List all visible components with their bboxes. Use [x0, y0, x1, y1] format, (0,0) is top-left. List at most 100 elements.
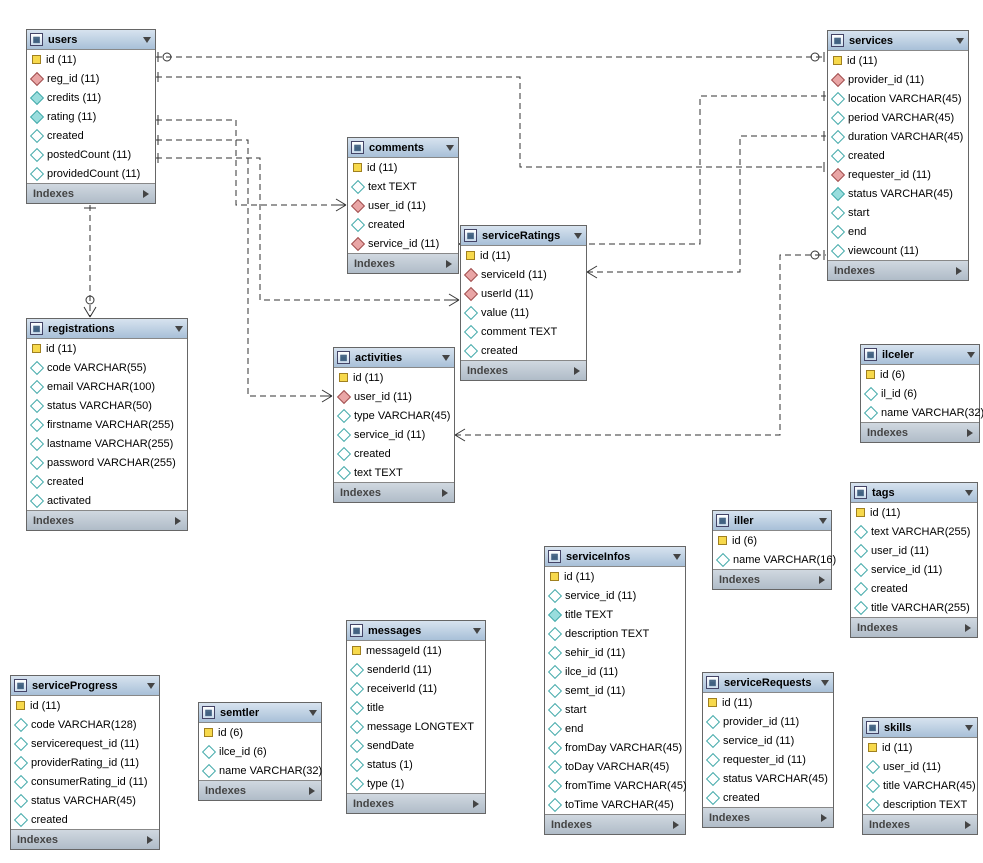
table-column[interactable]: service_id (11): [348, 234, 458, 253]
table-header[interactable]: ▦skills: [863, 718, 977, 738]
table-column[interactable]: service_id (11): [334, 425, 454, 444]
table-header[interactable]: ▦services: [828, 31, 968, 51]
table-column[interactable]: credits (11): [27, 88, 155, 107]
table-column[interactable]: message LONGTEXT: [347, 717, 485, 736]
table-column[interactable]: id (11): [828, 51, 968, 70]
indexes-row[interactable]: Indexes: [861, 422, 979, 442]
table-column[interactable]: providerRating_id (11): [11, 753, 159, 772]
table-services[interactable]: ▦servicesid (11)provider_id (11)location…: [827, 30, 969, 281]
expand-icon[interactable]: [143, 190, 149, 198]
table-column[interactable]: code VARCHAR(55): [27, 358, 187, 377]
table-column[interactable]: sehir_id (11): [545, 643, 685, 662]
table-column[interactable]: service_id (11): [703, 731, 833, 750]
table-column[interactable]: messageId (11): [347, 641, 485, 660]
table-column[interactable]: title: [347, 698, 485, 717]
table-column[interactable]: id (11): [27, 339, 187, 358]
table-header[interactable]: ▦serviceRequests: [703, 673, 833, 693]
table-column[interactable]: type (1): [347, 774, 485, 793]
table-column[interactable]: created: [348, 215, 458, 234]
table-column[interactable]: end: [545, 719, 685, 738]
table-column[interactable]: firstname VARCHAR(255): [27, 415, 187, 434]
table-header[interactable]: ▦semtler: [199, 703, 321, 723]
table-column[interactable]: end: [828, 222, 968, 241]
table-column[interactable]: requester_id (11): [828, 165, 968, 184]
table-header[interactable]: ▦activities: [334, 348, 454, 368]
table-column[interactable]: id (11): [863, 738, 977, 757]
table-column[interactable]: provider_id (11): [828, 70, 968, 89]
table-column[interactable]: lastname VARCHAR(255): [27, 434, 187, 453]
table-column[interactable]: service_id (11): [545, 586, 685, 605]
table-column[interactable]: id (6): [861, 365, 979, 384]
table-column[interactable]: created: [27, 126, 155, 145]
table-header[interactable]: ▦iller: [713, 511, 831, 531]
table-semtler[interactable]: ▦semtlerid (6)ilce_id (6)name VARCHAR(32…: [198, 702, 322, 801]
collapse-icon[interactable]: [574, 233, 582, 239]
collapse-icon[interactable]: [965, 490, 973, 496]
collapse-icon[interactable]: [673, 554, 681, 560]
indexes-row[interactable]: Indexes: [863, 814, 977, 834]
table-header[interactable]: ▦messages: [347, 621, 485, 641]
indexes-row[interactable]: Indexes: [11, 829, 159, 849]
table-column[interactable]: password VARCHAR(255): [27, 453, 187, 472]
indexes-row[interactable]: Indexes: [703, 807, 833, 827]
table-column[interactable]: activated: [27, 491, 187, 510]
table-column[interactable]: id (11): [334, 368, 454, 387]
collapse-icon[interactable]: [967, 352, 975, 358]
table-column[interactable]: duration VARCHAR(45): [828, 127, 968, 146]
table-column[interactable]: servicerequest_id (11): [11, 734, 159, 753]
table-column[interactable]: id (11): [461, 246, 586, 265]
table-header[interactable]: ▦comments: [348, 138, 458, 158]
indexes-row[interactable]: Indexes: [851, 617, 977, 637]
table-column[interactable]: provider_id (11): [703, 712, 833, 731]
table-column[interactable]: id (6): [713, 531, 831, 550]
table-column[interactable]: id (11): [851, 503, 977, 522]
table-skills[interactable]: ▦skillsid (11)user_id (11)title VARCHAR(…: [862, 717, 978, 835]
table-column[interactable]: user_id (11): [334, 387, 454, 406]
table-column[interactable]: sendDate: [347, 736, 485, 755]
table-column[interactable]: senderId (11): [347, 660, 485, 679]
expand-icon[interactable]: [956, 267, 962, 275]
table-registrations[interactable]: ▦registrationsid (11)code VARCHAR(55)ema…: [26, 318, 188, 531]
table-column[interactable]: type VARCHAR(45): [334, 406, 454, 425]
table-users[interactable]: ▦usersid (11)reg_id (11)credits (11)rati…: [26, 29, 156, 204]
table-column[interactable]: location VARCHAR(45): [828, 89, 968, 108]
table-header[interactable]: ▦serviceInfos: [545, 547, 685, 567]
table-column[interactable]: description TEXT: [545, 624, 685, 643]
indexes-row[interactable]: Indexes: [461, 360, 586, 380]
expand-icon[interactable]: [442, 489, 448, 497]
table-serviceRequests[interactable]: ▦serviceRequestsid (11)provider_id (11)s…: [702, 672, 834, 828]
table-column[interactable]: ilce_id (11): [545, 662, 685, 681]
table-column[interactable]: value (11): [461, 303, 586, 322]
table-column[interactable]: comment TEXT: [461, 322, 586, 341]
table-column[interactable]: id (6): [199, 723, 321, 742]
collapse-icon[interactable]: [446, 145, 454, 151]
table-ilceler[interactable]: ▦ilcelerid (6)il_id (6)name VARCHAR(32)I…: [860, 344, 980, 443]
table-column[interactable]: start: [545, 700, 685, 719]
table-column[interactable]: receiverId (11): [347, 679, 485, 698]
expand-icon[interactable]: [965, 624, 971, 632]
table-serviceRatings[interactable]: ▦serviceRatingsid (11)serviceId (11)user…: [460, 225, 587, 381]
table-column[interactable]: created: [703, 788, 833, 807]
table-column[interactable]: consumerRating_id (11): [11, 772, 159, 791]
table-column[interactable]: text TEXT: [348, 177, 458, 196]
table-header[interactable]: ▦ilceler: [861, 345, 979, 365]
table-comments[interactable]: ▦commentsid (11)text TEXTuser_id (11)cre…: [347, 137, 459, 274]
table-header[interactable]: ▦tags: [851, 483, 977, 503]
table-column[interactable]: created: [27, 472, 187, 491]
expand-icon[interactable]: [446, 260, 452, 268]
table-column[interactable]: id (11): [27, 50, 155, 69]
table-iller[interactable]: ▦illerid (6)name VARCHAR(16)Indexes: [712, 510, 832, 590]
expand-icon[interactable]: [473, 800, 479, 808]
table-header[interactable]: ▦users: [27, 30, 155, 50]
table-column[interactable]: id (11): [11, 696, 159, 715]
table-serviceInfos[interactable]: ▦serviceInfosid (11)service_id (11)title…: [544, 546, 686, 835]
expand-icon[interactable]: [821, 814, 827, 822]
table-column[interactable]: code VARCHAR(128): [11, 715, 159, 734]
table-column[interactable]: title VARCHAR(45): [863, 776, 977, 795]
indexes-row[interactable]: Indexes: [27, 510, 187, 530]
table-column[interactable]: id (11): [545, 567, 685, 586]
collapse-icon[interactable]: [309, 710, 317, 716]
table-column[interactable]: name VARCHAR(32): [861, 403, 979, 422]
collapse-icon[interactable]: [147, 683, 155, 689]
table-column[interactable]: ilce_id (6): [199, 742, 321, 761]
